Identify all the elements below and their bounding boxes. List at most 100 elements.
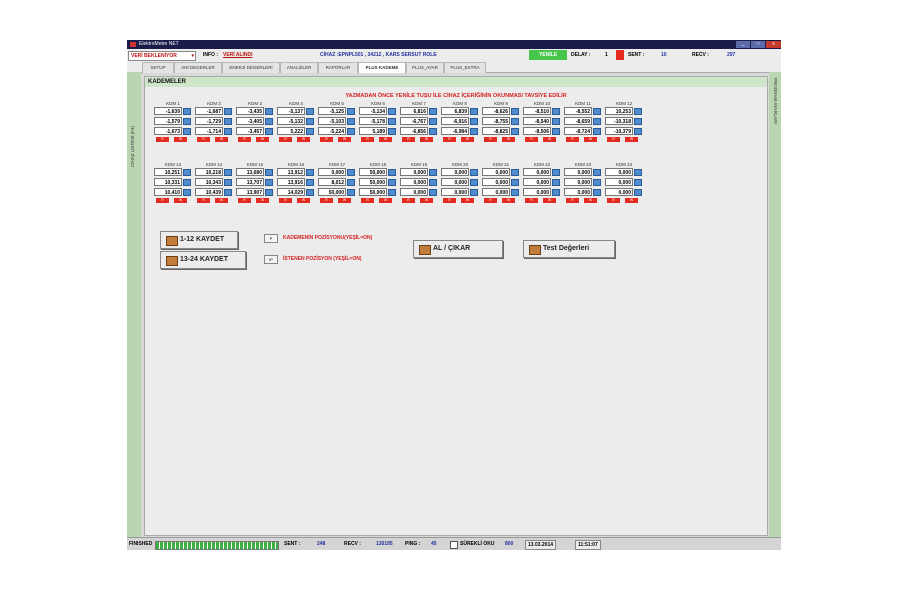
- read-button[interactable]: R: [156, 198, 169, 203]
- refresh-button[interactable]: YENİLE: [529, 50, 567, 60]
- write-button[interactable]: W: [420, 137, 433, 142]
- test-values-button[interactable]: Test Değerleri: [523, 240, 615, 258]
- spin-button-icon[interactable]: [470, 169, 478, 176]
- spin-button-icon[interactable]: [511, 169, 519, 176]
- spin-button-icon[interactable]: [388, 108, 396, 115]
- kademe-value-field[interactable]: 0,000: [564, 188, 592, 196]
- write-button[interactable]: W: [297, 198, 310, 203]
- spin-button-icon[interactable]: [470, 189, 478, 196]
- read-button[interactable]: R: [484, 137, 497, 142]
- write-button[interactable]: W: [256, 137, 269, 142]
- spin-button-icon[interactable]: [347, 179, 355, 186]
- write-button[interactable]: W: [584, 198, 597, 203]
- spin-button-icon[interactable]: [306, 108, 314, 115]
- spin-button-icon[interactable]: [183, 108, 191, 115]
- spin-button-icon[interactable]: [388, 179, 396, 186]
- spin-button-icon[interactable]: [593, 118, 601, 125]
- kademe-value-field[interactable]: -8,724: [564, 127, 592, 135]
- take-insert-button[interactable]: AL / ÇIKAR: [413, 240, 503, 258]
- read-button[interactable]: R: [607, 198, 620, 203]
- kademe-value-field[interactable]: -1,579: [154, 117, 182, 125]
- kademe-value-field[interactable]: 50,000: [359, 178, 387, 186]
- tab-plus-ayar[interactable]: PLUS_AYAR: [406, 62, 444, 73]
- spin-button-icon[interactable]: [470, 179, 478, 186]
- spin-button-icon[interactable]: [388, 128, 396, 135]
- read-button[interactable]: R: [279, 198, 292, 203]
- status-select[interactable]: VERİ BEKLENİYOR ▾: [128, 51, 196, 61]
- spin-button-icon[interactable]: [306, 118, 314, 125]
- spin-button-icon[interactable]: [511, 108, 519, 115]
- kademe-value-field[interactable]: 0,000: [441, 178, 469, 186]
- continuous-read-checkbox[interactable]: [450, 541, 458, 549]
- spin-button-icon[interactable]: [470, 108, 478, 115]
- spin-button-icon[interactable]: [552, 108, 560, 115]
- kademe-value-field[interactable]: 5,189: [359, 127, 387, 135]
- read-button[interactable]: R: [361, 198, 374, 203]
- tab-setup[interactable]: SETUP: [142, 62, 174, 73]
- read-button[interactable]: R: [238, 198, 251, 203]
- spin-button-icon[interactable]: [306, 169, 314, 176]
- kademe-value-field[interactable]: -8,659: [564, 117, 592, 125]
- write-button[interactable]: W: [174, 198, 187, 203]
- kademe-value-field[interactable]: 14,029: [277, 188, 305, 196]
- kademe-value-field[interactable]: -8,626: [482, 107, 510, 115]
- kademe-value-field[interactable]: 0,000: [318, 168, 346, 176]
- istenen-position-indicator[interactable]: IP: [264, 255, 278, 264]
- spin-button-icon[interactable]: [634, 189, 642, 196]
- kademe-value-field[interactable]: 0,000: [400, 178, 428, 186]
- kademe-value-field[interactable]: 6,816: [400, 107, 428, 115]
- read-button[interactable]: R: [197, 198, 210, 203]
- spin-button-icon[interactable]: [511, 179, 519, 186]
- spin-button-icon[interactable]: [552, 128, 560, 135]
- write-button[interactable]: W: [625, 137, 638, 142]
- kademe-value-field[interactable]: -1,687: [195, 107, 223, 115]
- spin-button-icon[interactable]: [511, 118, 519, 125]
- write-button[interactable]: W: [174, 137, 187, 142]
- spin-button-icon[interactable]: [511, 128, 519, 135]
- spin-button-icon[interactable]: [470, 118, 478, 125]
- kademe-value-field[interactable]: 10,253: [605, 107, 633, 115]
- kademe-value-field[interactable]: -5,178: [359, 117, 387, 125]
- kademe-value-field[interactable]: 0,000: [482, 178, 510, 186]
- kademe-value-field[interactable]: -6,916: [441, 117, 469, 125]
- read-button[interactable]: R: [361, 137, 374, 142]
- kademe-value-field[interactable]: -6,856: [400, 127, 428, 135]
- spin-button-icon[interactable]: [593, 179, 601, 186]
- read-button[interactable]: R: [443, 198, 456, 203]
- kademe-value-field[interactable]: -10,318: [605, 117, 633, 125]
- spin-button-icon[interactable]: [429, 128, 437, 135]
- spin-button-icon[interactable]: [552, 179, 560, 186]
- kademe-value-field[interactable]: -1,639: [154, 107, 182, 115]
- kademe-value-field[interactable]: 0,000: [523, 178, 551, 186]
- kademe-value-field[interactable]: -5,103: [318, 117, 346, 125]
- kademe-value-field[interactable]: 0,000: [523, 188, 551, 196]
- read-button[interactable]: R: [484, 198, 497, 203]
- read-button[interactable]: R: [607, 137, 620, 142]
- spin-button-icon[interactable]: [347, 128, 355, 135]
- spin-button-icon[interactable]: [429, 169, 437, 176]
- spin-button-icon[interactable]: [634, 108, 642, 115]
- kademe-value-field[interactable]: -5,137: [277, 107, 305, 115]
- spin-button-icon[interactable]: [593, 189, 601, 196]
- spin-button-icon[interactable]: [183, 169, 191, 176]
- spin-button-icon[interactable]: [552, 169, 560, 176]
- kademe-value-field[interactable]: 10,439: [195, 188, 223, 196]
- kademe-value-field[interactable]: -6,767: [400, 117, 428, 125]
- read-button[interactable]: R: [443, 137, 456, 142]
- kademe-value-field[interactable]: -1,729: [195, 117, 223, 125]
- write-button[interactable]: W: [379, 137, 392, 142]
- kademe-value-field[interactable]: 50,000: [318, 188, 346, 196]
- read-button[interactable]: R: [197, 137, 210, 142]
- kademe-value-field[interactable]: -8,552: [564, 107, 592, 115]
- write-button[interactable]: W: [584, 137, 597, 142]
- kademe-value-field[interactable]: -8,510: [523, 107, 551, 115]
- maximize-button[interactable]: □: [751, 41, 765, 48]
- kademe-value-field[interactable]: 13,707: [236, 178, 264, 186]
- write-button[interactable]: W: [461, 198, 474, 203]
- spin-button-icon[interactable]: [388, 169, 396, 176]
- spin-button-icon[interactable]: [429, 118, 437, 125]
- kademe-value-field[interactable]: 0,000: [482, 168, 510, 176]
- kademe-value-field[interactable]: 50,000: [359, 188, 387, 196]
- kademe-value-field[interactable]: 0,000: [400, 188, 428, 196]
- spin-button-icon[interactable]: [224, 169, 232, 176]
